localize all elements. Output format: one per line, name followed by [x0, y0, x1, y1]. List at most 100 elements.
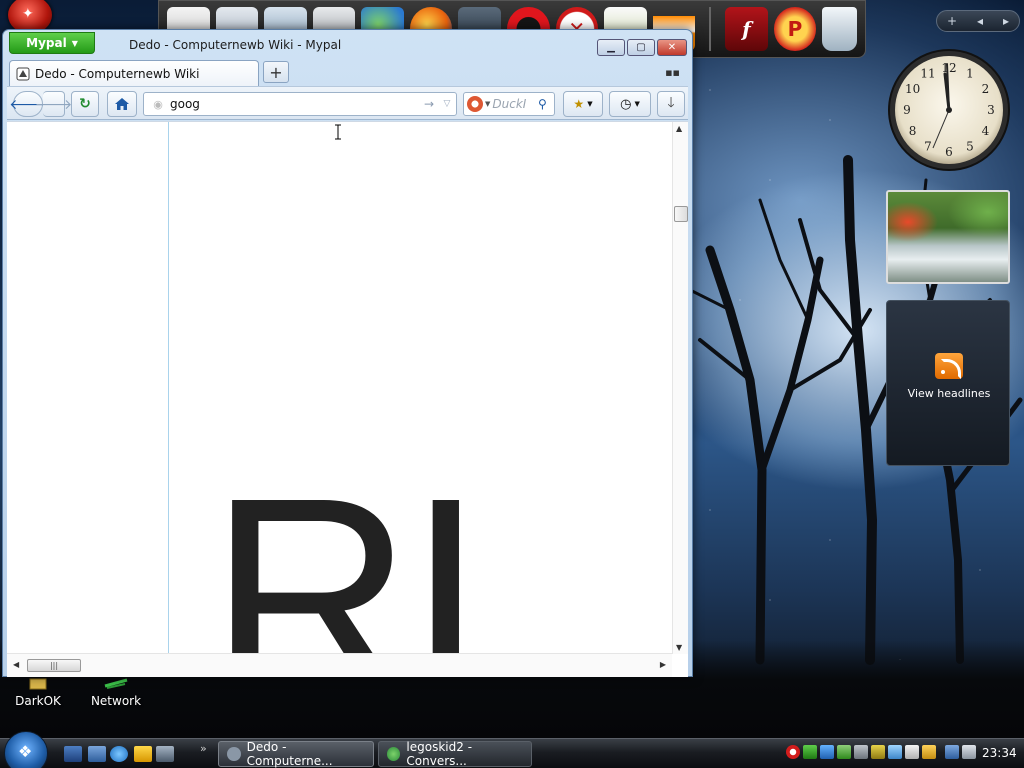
- slideshow-gadget[interactable]: [886, 190, 1010, 284]
- url-dropdown-icon[interactable]: ▽: [438, 99, 456, 109]
- add-gadget-icon[interactable]: +: [947, 14, 957, 28]
- close-button[interactable]: ✕: [657, 39, 687, 56]
- forward-arrow-icon: 🡒: [34, 96, 73, 113]
- go-arrow-icon[interactable]: →: [420, 97, 438, 111]
- history-clock-icon: ◷: [620, 96, 632, 112]
- network-icon: [84, 676, 148, 694]
- vertical-scrollbar[interactable]: ▲ ▼: [672, 122, 688, 654]
- search-icon[interactable]: ⚲: [538, 97, 554, 111]
- update-icon[interactable]: [837, 745, 851, 759]
- horizontal-scrollbar[interactable]: ◀ ||| ▶: [7, 653, 672, 677]
- show-desktop-icon[interactable]: [64, 746, 82, 762]
- clock-numeral: 2: [982, 82, 990, 96]
- reload-button[interactable]: ↻: [71, 91, 99, 117]
- clock-numeral: 9: [903, 103, 911, 117]
- site-identity-icon[interactable]: ◉: [148, 98, 168, 111]
- windows-logo-icon: ❖: [18, 742, 33, 761]
- vertical-scroll-thumb[interactable]: [674, 206, 688, 222]
- reload-icon: ↻: [79, 96, 91, 112]
- view-headlines-label: View headlines: [907, 387, 991, 400]
- bookmarks-button[interactable]: ★ ▼: [563, 91, 603, 117]
- search-bar[interactable]: ▼ DuckI ⚲: [463, 92, 555, 116]
- folder-icon: [6, 676, 70, 694]
- minimize-button[interactable]: ▁: [597, 39, 625, 56]
- desktop-icon-darkok[interactable]: DarkOK: [6, 676, 70, 708]
- desktop-icon-label: Network: [90, 694, 142, 708]
- history-button[interactable]: ◷ ▼: [609, 91, 651, 117]
- media-player-icon[interactable]: [134, 746, 152, 762]
- network-connection-icon[interactable]: [945, 745, 959, 759]
- site-favicon-icon: [16, 67, 30, 80]
- internet-explorer-icon[interactable]: [110, 746, 128, 762]
- p-icon[interactable]: P: [773, 7, 817, 51]
- url-input[interactable]: goog: [168, 97, 420, 111]
- clock-numeral: 3: [987, 103, 995, 117]
- recycle-bin-icon[interactable]: [822, 7, 858, 51]
- desktop-icon-network[interactable]: Network: [84, 676, 148, 708]
- bookmarks-star-icon: ★: [573, 97, 585, 111]
- home-button[interactable]: [107, 91, 137, 117]
- page-logo-text: RI: [209, 456, 479, 654]
- lock-icon[interactable]: [871, 745, 885, 759]
- dock-separator: [709, 7, 712, 51]
- search-input[interactable]: DuckI: [492, 97, 538, 111]
- app-menu-label: Mypal: [26, 36, 67, 50]
- device-icon[interactable]: [854, 745, 868, 759]
- system-tray: [786, 745, 976, 763]
- prev-icon[interactable]: ◂: [977, 14, 983, 28]
- security-alert-icon[interactable]: [786, 745, 800, 759]
- tab-active[interactable]: Dedo - Computernewb Wiki: [9, 60, 259, 86]
- tab-label: Dedo - Computernewb Wiki: [35, 66, 200, 81]
- taskbar-clock[interactable]: 23:34: [982, 746, 1017, 760]
- hand-icon[interactable]: [922, 745, 936, 759]
- scroll-up-icon[interactable]: ▲: [676, 124, 682, 133]
- new-tab-button[interactable]: +: [263, 61, 289, 83]
- chevron-down-icon: ▼: [71, 38, 78, 48]
- quicklaunch-more-icon[interactable]: »: [200, 742, 207, 755]
- navigation-toolbar: 🡐 🡒 ↻ ◉ goog → ▽ ▼ DuckI ⚲ ★ ▼ ◷ ▼ 🡓: [7, 86, 688, 120]
- feed-headlines-gadget[interactable]: View headlines: [886, 300, 1010, 466]
- maximize-button[interactable]: ▢: [627, 39, 655, 56]
- windows-flag-icon: ✦: [22, 6, 34, 22]
- tab-list-icon[interactable]: ▪▪: [665, 66, 680, 79]
- text-cursor-icon: [335, 124, 341, 140]
- clock-numeral: 4: [982, 124, 990, 138]
- clock-numeral: 6: [945, 145, 953, 159]
- scroll-left-icon[interactable]: ◀: [13, 660, 19, 669]
- duckduckgo-icon[interactable]: [467, 96, 483, 112]
- taskbar-button-label: legoskid2 - Convers...: [406, 740, 473, 768]
- sidebar-controls: + ◂ ▸: [936, 10, 1020, 32]
- user-icon[interactable]: [803, 745, 817, 759]
- app-menu-button[interactable]: Mypal ▼: [9, 32, 95, 54]
- taskbar: ❖ » Dedo - Computerne... legoskid2 - Con…: [0, 731, 1024, 768]
- downloads-button[interactable]: 🡓: [657, 91, 685, 117]
- horizontal-scroll-thumb[interactable]: |||: [27, 659, 81, 672]
- home-icon: [115, 98, 129, 110]
- flash-icon[interactable]: f: [725, 7, 768, 51]
- switch-windows-icon[interactable]: [88, 746, 106, 762]
- rss-icon: [935, 353, 963, 379]
- drive-icon[interactable]: [905, 745, 919, 759]
- taskbar-button-browser[interactable]: Dedo - Computerne...: [218, 740, 374, 768]
- close-icon: ✕: [667, 42, 677, 53]
- url-bar[interactable]: ◉ goog → ▽: [143, 92, 457, 116]
- desktop-icon-label: DarkOK: [15, 694, 61, 708]
- clock-numeral: 5: [966, 139, 974, 153]
- mypal-quicklaunch-icon[interactable]: [156, 746, 174, 762]
- volume-icon[interactable]: [962, 745, 976, 759]
- clock-numeral: 10: [905, 82, 920, 96]
- start-button[interactable]: ❖: [4, 731, 48, 768]
- tab-bar: Dedo - Computernewb Wiki + ▪▪: [7, 60, 688, 86]
- mypal-icon: [227, 747, 241, 761]
- network-tray-icon[interactable]: [820, 745, 834, 759]
- scroll-down-icon[interactable]: ▼: [676, 643, 682, 652]
- taskbar-button-chat[interactable]: legoskid2 - Convers...: [378, 740, 532, 768]
- display-icon[interactable]: [888, 745, 902, 759]
- clock-gadget[interactable]: 12 12 3 45678 9 1011: [887, 48, 1011, 172]
- next-icon[interactable]: ▸: [1003, 14, 1009, 28]
- clock-numeral: 1: [966, 67, 974, 81]
- forward-button[interactable]: 🡒: [35, 91, 72, 117]
- clock-numeral: 12: [941, 61, 956, 75]
- chevron-down-icon: ▼: [587, 100, 593, 108]
- scroll-right-icon[interactable]: ▶: [660, 660, 666, 669]
